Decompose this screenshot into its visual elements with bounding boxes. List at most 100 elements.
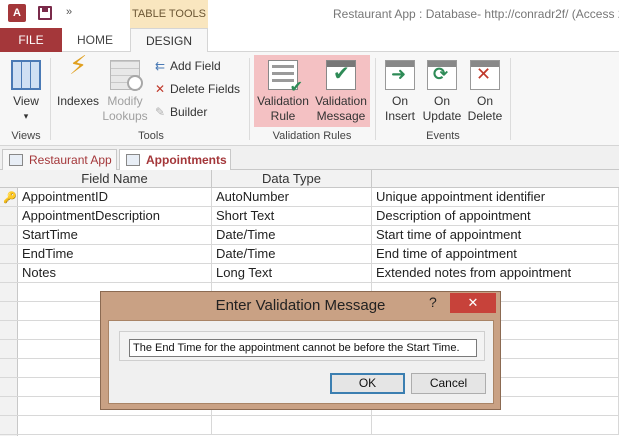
add-field-label: Add Field xyxy=(170,59,221,73)
validation-rule-button[interactable]: Validation Rule xyxy=(254,60,312,124)
field-name-cell[interactable]: AppointmentID xyxy=(18,188,212,207)
ribbon-separator xyxy=(375,58,376,140)
modify-lookups-icon xyxy=(110,60,143,91)
delete-fields-label: Delete Fields xyxy=(170,82,241,96)
on-delete-icon: ✕ xyxy=(470,60,500,90)
form-icon xyxy=(9,154,23,166)
description-cell[interactable]: Start time of appointment xyxy=(372,226,619,245)
doc-tab-restaurant-app[interactable]: Restaurant App xyxy=(2,149,117,170)
modify-lookups-button[interactable]: Modify Lookups xyxy=(102,60,148,124)
validation-message-dialog: Enter Validation Message ? ✕ The End Tim… xyxy=(100,291,501,410)
table-row[interactable]: StartTime Date/Time Start time of appoin… xyxy=(0,226,619,245)
table-row[interactable]: EndTime Date/Time End time of appointmen… xyxy=(0,245,619,264)
indexes-label: Indexes xyxy=(56,94,100,108)
ribbon-separator xyxy=(510,58,511,140)
on-delete-button[interactable]: ✕ On Delete xyxy=(464,60,506,124)
group-label-tools: Tools xyxy=(138,130,164,142)
group-label-views: Views xyxy=(11,130,41,142)
ribbon-separator xyxy=(249,58,250,140)
doc-tab-appointments[interactable]: Appointments xyxy=(119,149,231,171)
data-type-cell[interactable]: Date/Time xyxy=(212,226,372,245)
builder-label: Builder xyxy=(170,105,208,119)
description-cell[interactable]: Description of appointment xyxy=(372,207,619,226)
field-name-cell[interactable]: EndTime xyxy=(18,245,212,264)
indexes-icon xyxy=(63,58,93,90)
on-insert-label-2: Insert xyxy=(384,109,415,123)
data-type-cell[interactable]: Long Text xyxy=(212,264,372,283)
ribbon-separator xyxy=(50,58,51,140)
field-name-cell[interactable]: StartTime xyxy=(18,226,212,245)
ok-button[interactable]: OK xyxy=(330,373,405,394)
data-type-cell[interactable]: AutoNumber xyxy=(212,188,372,207)
description-cell[interactable]: End time of appointment xyxy=(372,245,619,264)
group-label-validation-rules: Validation Rules xyxy=(272,130,352,142)
access-window: A » TABLE TOOLS Restaurant App : Databas… xyxy=(0,0,619,436)
validation-message-icon xyxy=(326,60,356,90)
grid-header: Field Name Data Type xyxy=(0,170,619,188)
field-name-cell[interactable] xyxy=(18,416,212,435)
field-name-cell[interactable]: Notes xyxy=(18,264,212,283)
table-row[interactable]: Notes Long Text Extended notes from appo… xyxy=(0,264,619,283)
data-type-cell[interactable]: Date/Time xyxy=(212,245,372,264)
table-row-empty[interactable] xyxy=(0,416,619,435)
delete-fields-button[interactable]: ✕ Delete Fields xyxy=(153,82,240,96)
on-insert-button[interactable]: ➜ On Insert xyxy=(380,60,420,124)
access-app-icon[interactable]: A xyxy=(8,4,26,22)
add-field-button[interactable]: ⇇ Add Field xyxy=(153,59,221,73)
ribbon: View ▾ Views Indexes Modify Lookups ⇇ Add… xyxy=(0,52,619,146)
builder-icon: ✎ xyxy=(154,105,166,119)
validation-message-input[interactable]: The End Time for the appointment cannot … xyxy=(129,339,477,357)
dialog-body: The End Time for the appointment cannot … xyxy=(108,320,494,404)
on-insert-icon: ➜ xyxy=(385,60,415,90)
validation-message-button[interactable]: Validation Message xyxy=(312,60,370,124)
quick-access-more-icon[interactable]: » xyxy=(66,6,72,18)
table-row[interactable]: AppointmentDescription Short Text Descri… xyxy=(0,207,619,226)
close-button[interactable]: ✕ xyxy=(450,293,496,313)
doc-tab-label: Restaurant App xyxy=(29,153,112,167)
tab-file[interactable]: FILE xyxy=(0,28,62,52)
on-delete-label-2: Delete xyxy=(467,109,503,123)
header-description xyxy=(372,170,619,188)
modify-lookups-label-1: Modify xyxy=(107,94,143,108)
tab-design[interactable]: DESIGN xyxy=(130,28,208,53)
description-cell[interactable]: Extended notes from appointment xyxy=(372,264,619,283)
description-cell[interactable]: Unique appointment identifier xyxy=(372,188,619,207)
table-icon xyxy=(126,154,140,166)
help-icon[interactable]: ? xyxy=(429,294,437,310)
delete-fields-icon: ✕ xyxy=(154,82,166,96)
on-update-icon: ⟳ xyxy=(427,60,457,90)
header-data-type: Data Type xyxy=(212,170,372,188)
view-button[interactable]: View ▾ xyxy=(6,60,46,124)
validation-message-label-1: Validation xyxy=(315,94,367,108)
window-title: Restaurant App : Database- http://conrad… xyxy=(333,7,619,21)
tab-home[interactable]: HOME xyxy=(64,28,126,52)
add-field-icon: ⇇ xyxy=(154,59,166,73)
doc-tab-label: Appointments xyxy=(146,153,227,167)
header-field-name: Field Name xyxy=(18,170,212,188)
view-label: View xyxy=(13,94,39,108)
primary-key-icon: 🔑 xyxy=(3,192,17,204)
validation-rule-label-2: Rule xyxy=(270,109,296,123)
indexes-button[interactable]: Indexes xyxy=(56,58,100,109)
field-name-cell[interactable]: AppointmentDescription xyxy=(18,207,212,226)
title-bar: A » TABLE TOOLS Restaurant App : Databas… xyxy=(0,0,619,28)
data-type-cell[interactable] xyxy=(212,416,372,435)
cancel-button[interactable]: Cancel xyxy=(411,373,486,394)
data-type-cell[interactable]: Short Text xyxy=(212,207,372,226)
on-update-button[interactable]: ⟳ On Update xyxy=(421,60,463,124)
message-frame: The End Time for the appointment cannot … xyxy=(119,331,485,361)
ribbon-tabs: FILE HOME DESIGN xyxy=(0,28,619,53)
document-tabs: Restaurant App Appointments xyxy=(0,146,619,171)
validation-message-label-2: Message xyxy=(316,109,366,123)
builder-button[interactable]: ✎ Builder xyxy=(153,105,207,119)
save-icon[interactable] xyxy=(38,6,52,20)
on-update-label-2: Update xyxy=(422,109,462,123)
modify-lookups-label-2: Lookups xyxy=(102,109,148,123)
table-row[interactable]: 🔑 AppointmentID AutoNumber Unique appoin… xyxy=(0,188,619,207)
description-cell[interactable] xyxy=(372,416,619,435)
view-dropdown-arrow: ▾ xyxy=(23,111,29,121)
on-insert-label-1: On xyxy=(391,94,408,108)
group-label-events: Events xyxy=(426,130,460,142)
on-update-label-1: On xyxy=(433,94,450,108)
validation-rule-icon xyxy=(268,60,303,95)
